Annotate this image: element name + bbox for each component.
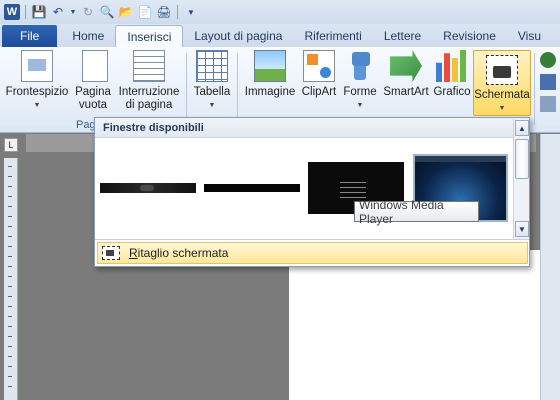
clipart-icon bbox=[303, 50, 335, 82]
blank-page-icon bbox=[81, 50, 108, 82]
links-group bbox=[536, 52, 560, 112]
group-separator bbox=[186, 53, 187, 125]
screen-clipping-menu-item[interactable]: Ritaglio schermata bbox=[97, 242, 528, 264]
available-windows-header: Finestre disponibili bbox=[95, 118, 529, 138]
screen-clipping-label: Ritaglio schermata bbox=[129, 246, 229, 260]
ribbon-tabs: File Home Inserisci Layout di pagina Rif… bbox=[0, 24, 560, 47]
tab-lettere[interactable]: Lettere bbox=[373, 25, 432, 47]
smartart-icon bbox=[390, 50, 422, 82]
screen-clipping-icon bbox=[102, 246, 120, 260]
tab-inserisci[interactable]: Inserisci bbox=[115, 25, 184, 47]
scroll-up-icon[interactable]: ▲ bbox=[515, 120, 529, 136]
document-scrollbar[interactable] bbox=[540, 134, 560, 400]
print-preview-icon[interactable]: 🔍 bbox=[99, 4, 115, 20]
window-thumbnail[interactable] bbox=[100, 183, 196, 193]
toolbar-separator bbox=[177, 5, 178, 19]
scroll-down-icon[interactable]: ▼ bbox=[515, 221, 529, 237]
tab-riferimenti[interactable]: Riferimenti bbox=[293, 25, 372, 47]
grafico-label: Grafico bbox=[433, 86, 471, 98]
tabella-label: Tabella bbox=[193, 86, 231, 98]
table-icon bbox=[196, 50, 228, 82]
pages-group-label: Pag bbox=[76, 119, 96, 131]
tab-layout-di-pagina[interactable]: Layout di pagina bbox=[183, 25, 293, 47]
menu-separator bbox=[95, 239, 529, 240]
pagina-vuota-button[interactable]: Pagina vuota bbox=[72, 50, 114, 118]
tabella-button[interactable]: Tabella ▼ bbox=[191, 50, 233, 118]
dropdown-arrow-icon: ▼ bbox=[356, 102, 364, 109]
tab-revisione[interactable]: Revisione bbox=[432, 25, 507, 47]
open-icon[interactable]: 📂 bbox=[118, 4, 134, 20]
clipart-label: ClipArt bbox=[301, 86, 337, 98]
print-icon[interactable]: 🖨 bbox=[156, 4, 172, 20]
tab-visualizza[interactable]: Visu bbox=[507, 25, 552, 47]
grafico-button[interactable]: Grafico bbox=[432, 50, 472, 118]
forme-label: Forme bbox=[343, 86, 377, 98]
group-separator bbox=[237, 53, 238, 125]
undo-icon[interactable]: ↶ bbox=[50, 4, 66, 20]
pagina-vuota-label-2: vuota bbox=[78, 99, 108, 111]
new-document-icon[interactable]: 📄 bbox=[137, 4, 153, 20]
save-icon[interactable]: 💾 bbox=[31, 4, 47, 20]
frontespizio-label: Frontespizio bbox=[5, 86, 69, 98]
hyperlink-icon[interactable] bbox=[540, 52, 556, 68]
dropdown-arrow-icon: ▼ bbox=[208, 102, 216, 109]
interruzione-label-1: Interruzione bbox=[118, 86, 180, 98]
dropdown-arrow-icon: ▼ bbox=[498, 105, 506, 112]
shapes-icon bbox=[344, 50, 376, 82]
page-break-icon bbox=[133, 50, 165, 82]
vertical-ruler bbox=[4, 158, 18, 400]
smartart-label: SmartArt bbox=[383, 86, 429, 98]
picture-icon bbox=[254, 50, 286, 82]
undo-dropdown-icon[interactable]: ▼ bbox=[69, 4, 77, 20]
group-separator bbox=[534, 53, 535, 125]
thumbnail-tooltip: Windows Media Player bbox=[354, 198, 479, 226]
screenshot-icon bbox=[486, 55, 518, 85]
clipart-button[interactable]: ClipArt bbox=[299, 50, 339, 118]
chart-icon bbox=[436, 50, 467, 82]
cover-page-icon bbox=[21, 50, 53, 82]
immagine-button[interactable]: Immagine bbox=[242, 50, 298, 118]
schermata-label: Schermata bbox=[474, 89, 530, 101]
tab-home[interactable]: Home bbox=[61, 25, 115, 47]
frontespizio-button[interactable]: Frontespizio ▼ bbox=[5, 50, 69, 118]
tab-selector[interactable]: L bbox=[4, 138, 18, 152]
immagine-label: Immagine bbox=[244, 86, 296, 98]
pagina-vuota-label-1: Pagina bbox=[75, 86, 111, 98]
toolbar-separator bbox=[25, 5, 26, 19]
word-logo-icon[interactable]: W bbox=[4, 4, 20, 20]
gallery-scrollbar[interactable]: ▲ ▼ bbox=[513, 119, 529, 239]
interruzione-pagina-button[interactable]: Interruzione di pagina bbox=[115, 50, 183, 118]
smartart-button[interactable]: SmartArt bbox=[381, 50, 431, 118]
forme-button[interactable]: Forme ▼ bbox=[341, 50, 379, 118]
dropdown-arrow-icon: ▼ bbox=[33, 102, 41, 109]
window-thumbnail[interactable] bbox=[204, 184, 300, 192]
tab-file[interactable]: File bbox=[2, 25, 58, 47]
quick-access-toolbar: W 💾 ↶ ▼ ↻ 🔍 📂 📄 🖨 ▼ bbox=[0, 0, 560, 24]
bookmark-icon[interactable] bbox=[540, 74, 556, 90]
document-page[interactable] bbox=[289, 250, 560, 400]
customize-toolbar-icon[interactable]: ▼ bbox=[183, 4, 199, 20]
schermata-button[interactable]: Schermata ▼ bbox=[473, 50, 531, 116]
screenshot-gallery-dropdown: Finestre disponibili Windows Media Playe… bbox=[94, 117, 530, 267]
cross-reference-icon[interactable] bbox=[540, 96, 556, 112]
redo-icon[interactable]: ↻ bbox=[80, 4, 96, 20]
scroll-thumb[interactable] bbox=[515, 139, 529, 179]
interruzione-label-2: di pagina bbox=[125, 99, 173, 111]
